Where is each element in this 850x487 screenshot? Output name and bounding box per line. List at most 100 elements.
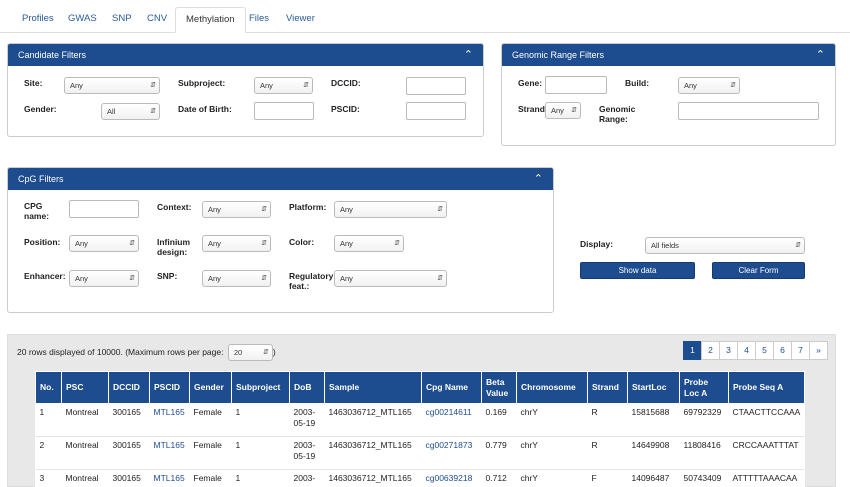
column-header[interactable]: DCCID [108,371,150,404]
results-section: 20 rows displayed of 10000. (Maximum row… [7,334,836,487]
chevron-updown-icon: ⇵ [261,240,267,247]
tab-viewer[interactable]: Viewer [276,7,325,33]
tab-snp[interactable]: SNP [102,7,142,33]
tab-profiles[interactable]: Profiles [12,7,64,33]
chevron-updown-icon: ⇵ [303,82,309,89]
chevron-updown-icon: ⇵ [150,108,156,115]
table-cell: 14649908 [627,436,680,470]
column-header[interactable]: Gender [189,371,232,404]
color-select[interactable]: Any ⇵ [334,235,404,252]
chevron-up-icon[interactable]: ⌃ [534,168,543,190]
table-cell[interactable]: MTL165 [149,403,190,437]
cpg-filters-header[interactable]: CpG Filters ⌃ [8,168,553,190]
column-header[interactable]: Probe Seq A [728,371,805,404]
tab-methylation[interactable]: Methylation [175,7,246,33]
column-header[interactable]: Probe Loc A [679,371,729,404]
table-cell[interactable]: MTL165 [149,469,190,487]
position-select[interactable]: Any ⇵ [69,235,139,252]
table-cell: Female [189,436,232,470]
next-page-button[interactable]: » [809,341,828,360]
column-header[interactable]: Chromosome [516,371,588,404]
candidate-filters-header[interactable]: Candidate Filters ⌃ [8,44,483,66]
table-cell: Female [189,403,232,437]
results-table: No. PSC DCCID PSCID Gender Subproject Do… [35,371,805,487]
cpg-name-input[interactable] [69,200,139,218]
column-header[interactable]: PSC [61,371,109,404]
table-cell[interactable]: cg00271873 [421,436,482,470]
pagination: 1 2 3 4 5 6 7 » [683,341,828,360]
strand-select[interactable]: Any ⇵ [545,102,581,119]
page-1-button[interactable]: 1 [683,341,702,360]
chevron-up-icon[interactable]: ⌃ [816,44,825,66]
page-3-button[interactable]: 3 [719,341,738,360]
table-cell[interactable]: cg00214611 [421,403,482,437]
enhancer-select[interactable]: Any ⇵ [69,270,139,287]
table-cell: R [587,403,628,437]
display-select[interactable]: All fields ⇵ [645,237,805,254]
show-data-button[interactable]: Show data [580,262,695,279]
table-body: 1 Montreal 300165 MTL165 Female 1 2003-05-19 14… [35,403,805,487]
gender-select[interactable]: All ⇵ [101,103,160,120]
chevron-updown-icon: ⇵ [129,275,135,282]
platform-label: Platform: [289,202,327,212]
genomic-range-filters-header[interactable]: Genomic Range Filters ⌃ [502,44,835,66]
context-select[interactable]: Any ⇵ [202,201,271,218]
platform-select[interactable]: Any ⇵ [334,201,447,218]
clear-form-button[interactable]: Clear Form [712,262,805,279]
strand-label: Strand [518,104,545,114]
table-cell: CRCCAAATTTAT [728,436,805,470]
chevron-updown-icon: ⇵ [394,240,400,247]
table-cell: 15815688 [627,403,680,437]
column-header[interactable]: PSCID [149,371,190,404]
column-header[interactable]: Subproject [231,371,290,404]
column-header[interactable]: No. [35,371,62,404]
subproject-select[interactable]: Any ⇵ [254,77,313,94]
chevron-updown-icon: ⇵ [437,206,443,213]
page-5-button[interactable]: 5 [755,341,774,360]
regulatory-feat-select[interactable]: Any ⇵ [334,270,447,287]
page-6-button[interactable]: 6 [773,341,792,360]
tab-bar: Profiles GWAS SNP CNV Methylation Files … [0,0,850,33]
build-select[interactable]: Any ⇵ [678,77,740,94]
chevron-updown-icon: ⇵ [262,349,269,356]
table-row: 1 Montreal 300165 MTL165 Female 1 2003-05-19 14… [35,403,805,437]
site-select[interactable]: Any ⇵ [64,77,160,94]
column-header[interactable]: Strand [587,371,628,404]
page-7-button[interactable]: 7 [791,341,810,360]
tab-gwas[interactable]: GWAS [58,7,107,33]
column-header[interactable]: StartLoc [627,371,680,404]
table-cell: 1463036712_MTL165 [324,403,422,437]
tab-files[interactable]: Files [239,7,279,33]
table-cell: 1 [231,436,290,470]
table-cell: 300165 [108,469,150,487]
site-label: Site: [24,78,43,88]
table-cell[interactable]: MTL165 [149,436,190,470]
gene-input[interactable] [545,76,607,94]
column-header[interactable]: DoB [289,371,325,404]
table-cell: R [587,436,628,470]
tab-cnv[interactable]: CNV [137,7,177,33]
pscid-input[interactable] [406,102,466,120]
snp-select[interactable]: Any ⇵ [202,270,271,287]
build-label: Build: [625,78,650,88]
table-cell: 1 [231,403,290,437]
genomic-range-input[interactable] [678,102,819,120]
column-header[interactable]: Cpg Name [421,371,482,404]
dccid-input[interactable] [406,77,466,95]
position-label: Position: [24,237,61,247]
table-cell: 1463036712_MTL165 [324,469,422,487]
table-cell[interactable]: cg00639218 [421,469,482,487]
chevron-up-icon[interactable]: ⌃ [464,44,473,66]
table-row: 2 Montreal 300165 MTL165 Female 1 2003-05-19 14… [35,436,805,470]
chevron-updown-icon: ⇵ [730,82,736,89]
rows-per-page-select[interactable]: 20 ⇵ [227,344,273,361]
column-header[interactable]: Sample [324,371,422,404]
page-2-button[interactable]: 2 [701,341,720,360]
column-header[interactable]: Beta Value [481,371,517,404]
page-4-button[interactable]: 4 [737,341,756,360]
table-cell: 0.169 [481,403,517,437]
panel-title: Candidate Filters [18,50,87,60]
infinium-design-select[interactable]: Any ⇵ [202,235,271,252]
dob-input[interactable] [254,102,314,120]
table-cell: CTAACTTCCAAA [728,403,805,437]
